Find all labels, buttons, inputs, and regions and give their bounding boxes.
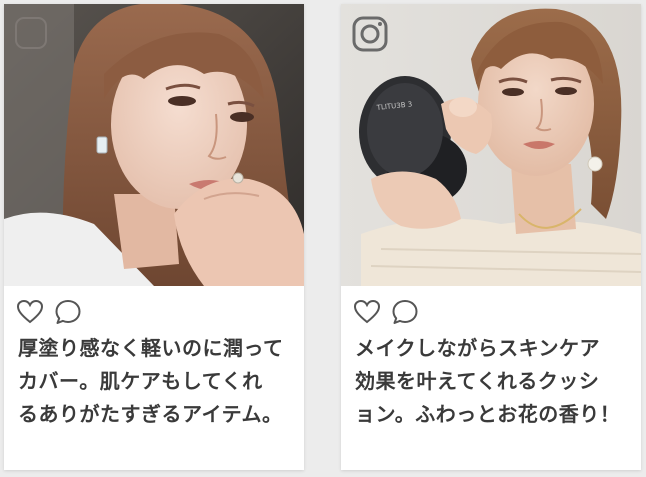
post-caption: メイクしながらスキンケア 効果を叶えてくれるクッシ ョン。ふわっとお花の香り！ xyxy=(355,336,621,426)
post-grid: 厚塗り感なく軽いのに潤って カバー。肌ケアもしてくれ るありがたすぎるアイテム。 xyxy=(0,0,646,477)
post-actions xyxy=(353,297,419,327)
heart-outline-icon[interactable] xyxy=(16,298,44,326)
post-card[interactable]: 厚塗り感なく軽いのに潤って カバー。肌ケアもしてくれ るありがたすぎるアイテム。 xyxy=(4,4,304,470)
portrait-image: TLITU3B 3 xyxy=(341,4,641,286)
portrait-image xyxy=(4,4,304,286)
post-actions xyxy=(16,297,82,327)
post-photo[interactable] xyxy=(4,4,304,286)
speech-bubble-icon[interactable] xyxy=(391,298,419,326)
heart-outline-icon[interactable] xyxy=(353,298,381,326)
post-card[interactable]: TLITU3B 3 メイクしながらスキンケア 効果を叶えてくれるクッシ ョン。ふ… xyxy=(341,4,641,470)
speech-bubble-icon[interactable] xyxy=(54,298,82,326)
post-caption: 厚塗り感なく軽いのに潤って カバー。肌ケアもしてくれ るありがたすぎるアイテム。 xyxy=(18,336,284,426)
post-photo[interactable]: TLITU3B 3 xyxy=(341,4,641,286)
